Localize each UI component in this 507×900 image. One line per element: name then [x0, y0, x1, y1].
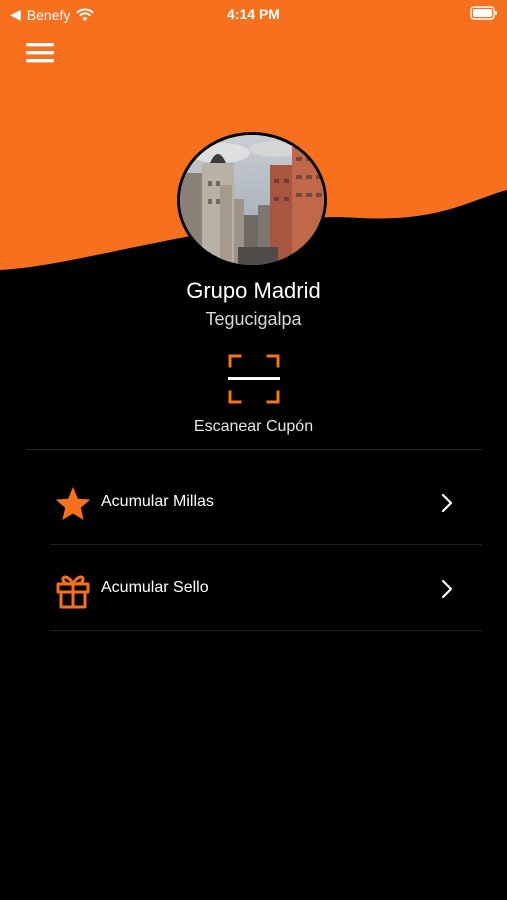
scan-coupon-label: Escanear Cupón [193, 418, 314, 435]
menu-item-acumular-sello[interactable]: Acumular Sello [50, 547, 482, 631]
menu-item-label: Acumular Millas [101, 493, 214, 510]
chevron-right-icon [441, 579, 453, 599]
hamburger-menu-button[interactable] [26, 42, 56, 64]
business-location: Tegucigalpa [205, 309, 302, 329]
section-divider [26, 449, 482, 450]
profile-avatar [177, 132, 327, 268]
scan-coupon-button[interactable]: Escanear Cupón [170, 350, 337, 442]
menu-item-acumular-millas[interactable]: Acumular Millas [50, 461, 482, 545]
city-photo-image [180, 135, 324, 265]
chevron-right-icon [441, 493, 453, 513]
star-icon [55, 487, 91, 520]
menu-item-label: Acumular Sello [101, 579, 209, 596]
gift-icon [56, 575, 90, 609]
battery-icon [470, 6, 498, 23]
qr-scan-icon [228, 354, 280, 404]
status-bar: ◀ Benefy 4:14 PM [0, 0, 507, 28]
business-name: Grupo Madrid [186, 278, 321, 303]
hamburger-icon [26, 43, 54, 63]
status-time: 4:14 PM [227, 6, 280, 22]
